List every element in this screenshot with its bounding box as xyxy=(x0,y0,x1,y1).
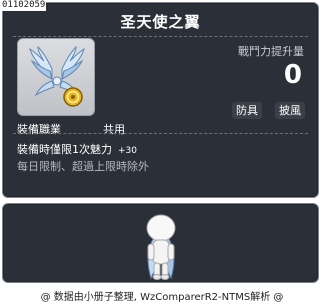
combat-power-value: 0 xyxy=(283,60,302,90)
tag-cape: 披風 xyxy=(275,102,305,119)
divider xyxy=(13,36,308,37)
effect-description: 裝備時僅限1次魅力 xyxy=(17,143,112,156)
item-icon-frame xyxy=(17,38,95,116)
character-preview xyxy=(2,203,319,283)
footer-credit: @ 数据由小册子整理, WzComparerR2-NTMS解析 @ xyxy=(40,292,284,303)
limit-text: 每日限制、超過上限時除外 xyxy=(17,160,149,173)
combat-power-label: 戰鬥力提升量 xyxy=(238,45,304,58)
item-tooltip: 圣天使之翼 戰鬥力提升量 0 防具 披風 裝備職業 共用 裝備時僅限1次魅力 +3… xyxy=(2,2,319,198)
item-id: 01102059 xyxy=(1,0,47,11)
gold-coin-icon xyxy=(63,87,83,107)
tag-armor: 防具 xyxy=(232,102,262,119)
job-label: 裝備職業 xyxy=(17,123,61,136)
divider xyxy=(13,133,308,134)
item-title: 圣天使之翼 xyxy=(120,13,201,31)
effect-text: 裝備時僅限1次魅力 +30 xyxy=(17,141,137,157)
effect-bonus: +30 xyxy=(118,146,137,156)
job-value: 共用 xyxy=(103,123,125,136)
character-preview-illustration xyxy=(146,214,176,280)
